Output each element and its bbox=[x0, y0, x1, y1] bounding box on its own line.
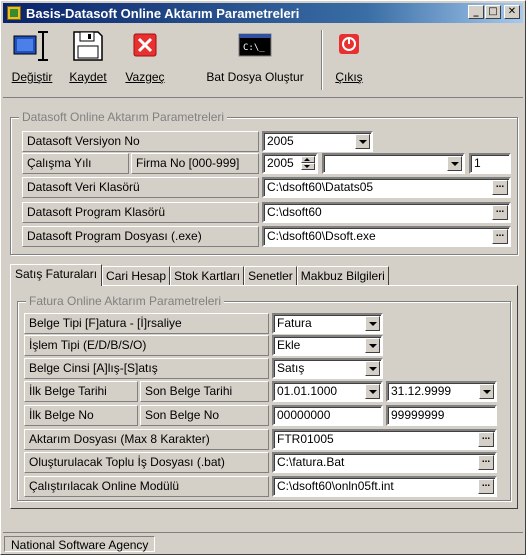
online-modul-value: C:\dsoft60\onln05ft.int bbox=[277, 479, 394, 493]
tab-strip: Satış Faturaları Cari Hesap Stok Kartlar… bbox=[10, 264, 389, 286]
window-title: Basis-Datasoft Online Aktarım Parametrel… bbox=[26, 5, 300, 21]
tab-panel: Fatura Online Aktarım Parametreleri Belg… bbox=[10, 285, 518, 509]
chevron-down-icon[interactable] bbox=[355, 134, 370, 149]
chevron-down-icon[interactable] bbox=[365, 316, 380, 331]
program-klasoru-input[interactable]: C:\dsoft60 ... bbox=[262, 202, 511, 223]
power-icon bbox=[332, 28, 366, 64]
firma-select[interactable] bbox=[322, 153, 465, 174]
bat-dosya-olustur-button[interactable]: C:\_ Bat Dosya Oluştur bbox=[199, 28, 311, 84]
maximize-button[interactable]: □ bbox=[485, 5, 501, 19]
browse-button[interactable]: ... bbox=[478, 455, 494, 470]
calisma-yili-value: 2005 bbox=[267, 156, 294, 170]
kaydet-button[interactable]: Kaydet bbox=[63, 28, 113, 84]
veri-klasoru-value: C:\dsoft60\Datats05 bbox=[267, 180, 374, 194]
program-dosyasi-value: C:\dsoft60\Dsoft.exe bbox=[267, 229, 376, 243]
program-dosyasi-label: Datasoft Program Dosyası (.exe) bbox=[22, 226, 259, 247]
belge-cinsi-label: Belge Cinsi [A]lış-[S]atış bbox=[24, 358, 269, 379]
cikis-button[interactable]: Çıkış bbox=[327, 28, 371, 84]
cikis-label: Çıkış bbox=[335, 70, 363, 84]
save-icon bbox=[71, 28, 105, 64]
edit-icon bbox=[12, 28, 52, 64]
bat-dosya-olustur-label: Bat Dosya Oluştur bbox=[206, 70, 304, 84]
tab-satis-faturalari[interactable]: Satış Faturaları bbox=[10, 264, 103, 286]
toplu-is-value: C:\fatura.Bat bbox=[277, 455, 345, 469]
versiyon-value: 2005 bbox=[267, 134, 294, 148]
belge-tipi-label: Belge Tipi [F]atura - [İ]rsaliye bbox=[24, 313, 269, 334]
tab-cari-hesap[interactable]: Cari Hesap bbox=[102, 266, 171, 286]
ilk-belge-no-input[interactable]: 00000000 bbox=[272, 405, 383, 426]
toplu-is-label: Oluşturulacak Toplu İş Dosyası (.bat) bbox=[24, 452, 269, 473]
veri-klasoru-input[interactable]: C:\dsoft60\Datats05 ... bbox=[262, 177, 511, 198]
islem-tipi-value: Ekle bbox=[277, 338, 301, 352]
browse-button[interactable]: ... bbox=[492, 180, 508, 195]
kaydet-label: Kaydet bbox=[69, 70, 107, 84]
main-window: Basis-Datasoft Online Aktarım Parametrel… bbox=[0, 0, 526, 555]
status-bar: National Software Agency bbox=[3, 532, 523, 552]
belge-cinsi-select[interactable]: Satış bbox=[272, 358, 383, 379]
ilk-belge-tarihi-label: İlk Belge Tarihi bbox=[24, 381, 138, 402]
fatura-group-title: Fatura Online Aktarım Parametreleri bbox=[26, 294, 225, 308]
calendar-dropdown-icon[interactable] bbox=[365, 384, 380, 399]
son-belge-tarihi-value: 31.12.9999 bbox=[391, 384, 452, 398]
fatura-group: Fatura Online Aktarım Parametreleri Belg… bbox=[17, 294, 511, 501]
firma-no-label: Firma No [000-999] bbox=[131, 153, 259, 174]
calisma-yili-label: Çalışma Yılı bbox=[22, 153, 129, 174]
belge-tipi-value: Fatura bbox=[277, 316, 312, 330]
status-text: National Software Agency bbox=[4, 536, 156, 552]
islem-tipi-label: İşlem Tipi (E/D/B/S/O) bbox=[24, 335, 269, 356]
online-modul-label: Çalıştırılacak Online Modülü bbox=[24, 476, 269, 497]
aktarim-dosyasi-label: Aktarım Dosyası (Max 8 Karakter) bbox=[24, 429, 269, 450]
browse-button[interactable]: ... bbox=[492, 229, 508, 244]
cmd-text: C:\_ bbox=[243, 43, 265, 53]
browse-button[interactable]: ... bbox=[478, 432, 494, 447]
cancel-icon bbox=[128, 28, 162, 64]
online-modul-input[interactable]: C:\dsoft60\onln05ft.int ... bbox=[272, 476, 497, 497]
chevron-down-icon[interactable] bbox=[365, 361, 380, 376]
chevron-down-icon[interactable] bbox=[365, 338, 380, 353]
belge-cinsi-value: Satış bbox=[277, 361, 305, 375]
toplu-is-input[interactable]: C:\fatura.Bat ... bbox=[272, 452, 497, 473]
browse-button[interactable]: ... bbox=[492, 205, 508, 220]
islem-tipi-select[interactable]: Ekle bbox=[272, 335, 383, 356]
tab-stok-kartlari[interactable]: Stok Kartları bbox=[170, 266, 245, 286]
aktarim-dosyasi-value: FTR01005 bbox=[277, 432, 334, 446]
son-belge-no-label: Son Belge No bbox=[140, 405, 269, 426]
degistir-label: Değiştir bbox=[11, 70, 53, 84]
degistir-button[interactable]: Değiştir bbox=[7, 28, 57, 84]
title-bar: Basis-Datasoft Online Aktarım Parametrel… bbox=[3, 3, 523, 23]
veri-klasoru-label: Datasoft Veri Klasörü bbox=[22, 177, 259, 198]
son-belge-no-input[interactable]: 99999999 bbox=[386, 405, 497, 426]
aktarim-dosyasi-input[interactable]: FTR01005 ... bbox=[272, 429, 497, 450]
close-button[interactable]: ✕ bbox=[504, 5, 520, 19]
app-icon bbox=[7, 6, 21, 20]
versiyon-select[interactable]: 2005 bbox=[262, 131, 373, 152]
son-belge-tarihi-label: Son Belge Tarihi bbox=[140, 381, 269, 402]
belge-tipi-select[interactable]: Fatura bbox=[272, 313, 383, 334]
vazgec-button[interactable]: Vazgeç bbox=[119, 28, 171, 84]
ilk-belge-no-label: İlk Belge No bbox=[24, 405, 138, 426]
command-prompt-icon: C:\_ bbox=[235, 28, 275, 64]
ilk-belge-tarihi-value: 01.01.1000 bbox=[277, 384, 338, 398]
son-belge-tarihi-select[interactable]: 31.12.9999 bbox=[386, 381, 497, 402]
vazgec-label: Vazgeç bbox=[125, 70, 165, 84]
chevron-down-icon[interactable] bbox=[447, 156, 462, 171]
program-klasoru-label: Datasoft Program Klasörü bbox=[22, 202, 259, 223]
program-dosyasi-input[interactable]: C:\dsoft60\Dsoft.exe ... bbox=[262, 226, 511, 247]
toolbar-separator bbox=[321, 30, 323, 90]
tab-makbuz-bilgileri[interactable]: Makbuz Bilgileri bbox=[296, 266, 389, 286]
minimize-button[interactable]: _ bbox=[468, 5, 484, 19]
toolbar: Değiştir Kaydet Vazgeç C:\_ Bat Dosya Ol… bbox=[3, 24, 523, 98]
firma-no-input[interactable]: 1 bbox=[469, 153, 511, 174]
datasoft-group: Datasoft Online Aktarım Parametreleri Da… bbox=[10, 110, 518, 255]
ilk-belge-tarihi-select[interactable]: 01.01.1000 bbox=[272, 381, 383, 402]
browse-button[interactable]: ... bbox=[478, 479, 494, 494]
spinner-icon[interactable] bbox=[301, 156, 315, 171]
versiyon-label: Datasoft Versiyon No bbox=[22, 131, 259, 152]
program-klasoru-value: C:\dsoft60 bbox=[267, 205, 322, 219]
calisma-yili-spinner[interactable]: 2005 bbox=[262, 153, 318, 174]
datasoft-group-title: Datasoft Online Aktarım Parametreleri bbox=[19, 110, 228, 124]
calendar-dropdown-icon[interactable] bbox=[479, 384, 494, 399]
tab-senetler[interactable]: Senetler bbox=[244, 266, 297, 286]
